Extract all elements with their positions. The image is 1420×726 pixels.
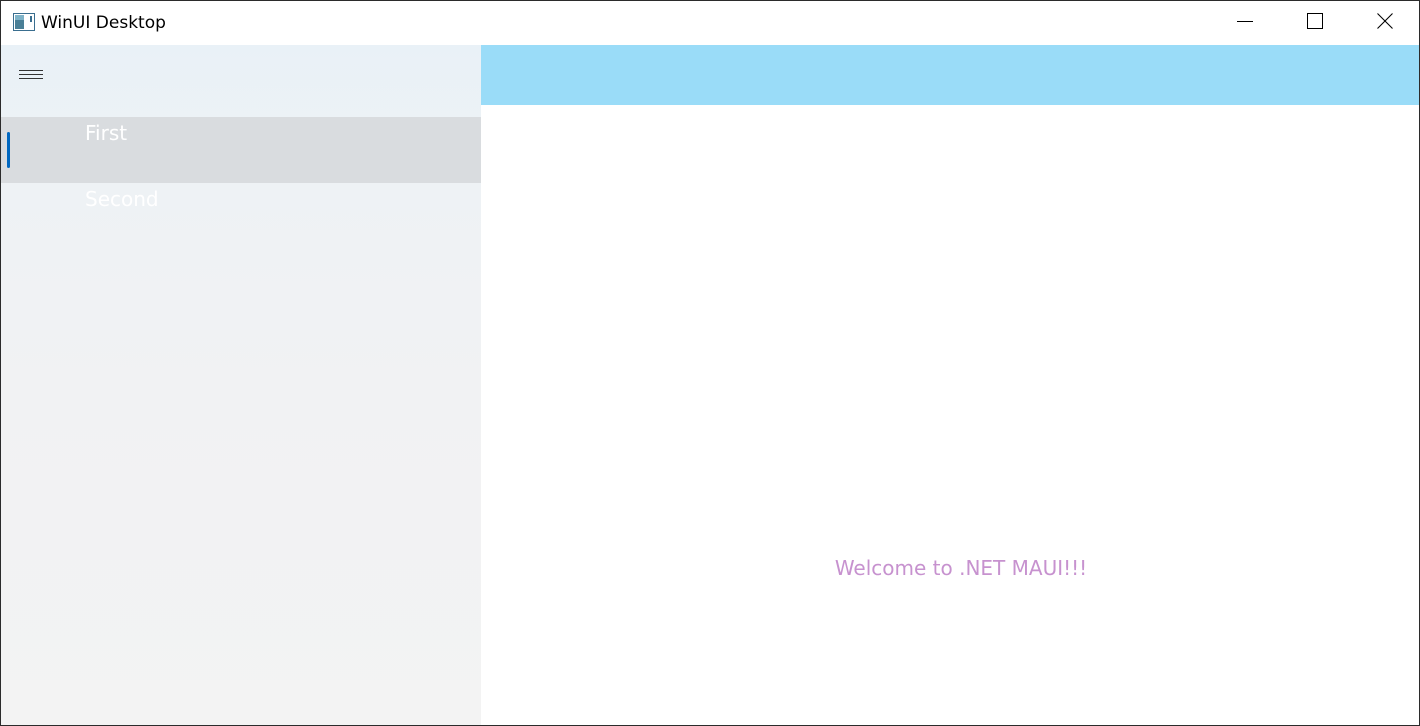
close-icon [1377, 13, 1393, 33]
hamburger-menu-icon [19, 66, 43, 85]
minimize-button[interactable] [1210, 1, 1280, 45]
app-window-icon [13, 13, 35, 31]
content-header-bar [481, 45, 1419, 105]
maximize-icon [1307, 13, 1323, 33]
window-title: WinUI Desktop [41, 13, 166, 33]
app-window: WinUI Desktop First Second Welcome to .N… [0, 0, 1420, 726]
content-area: Welcome to .NET MAUI!!! [481, 45, 1419, 725]
navigation-pane: First Second [1, 45, 481, 725]
nav-item-second[interactable]: Second [1, 183, 481, 249]
welcome-message: Welcome to .NET MAUI!!! [834, 556, 1088, 580]
nav-item-label: Second [85, 187, 159, 211]
menu-toggle-button[interactable] [9, 59, 53, 91]
nav-item-first[interactable]: First [1, 117, 481, 183]
nav-item-label: First [85, 121, 128, 145]
close-button[interactable] [1350, 1, 1419, 45]
maximize-button[interactable] [1280, 1, 1350, 45]
selection-indicator [7, 132, 10, 168]
title-bar[interactable]: WinUI Desktop [1, 1, 1419, 45]
minimize-icon [1237, 13, 1253, 33]
